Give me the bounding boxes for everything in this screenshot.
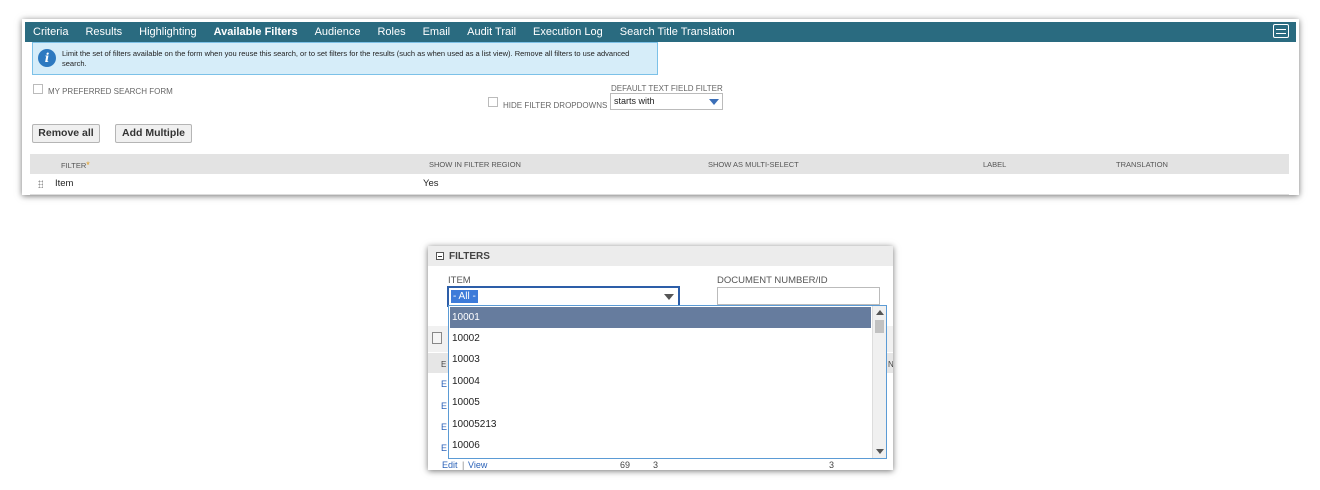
row-show-in-region-cell[interactable]: Yes	[423, 178, 439, 189]
preferred-form-label: MY PREFERRED SEARCH FORM	[48, 87, 173, 96]
result-value: 3	[829, 460, 835, 470]
filters-header[interactable]: FILTERS	[428, 246, 893, 266]
tab-email[interactable]: Email	[423, 26, 451, 38]
row-edit-link[interactable]: E	[441, 379, 447, 389]
doc-number-input[interactable]	[717, 287, 880, 305]
scroll-up-icon[interactable]	[876, 310, 884, 315]
results-col-e: E	[441, 360, 447, 369]
saved-search-panel: Criteria Results Highlighting Available …	[22, 19, 1299, 195]
preferred-form-checkbox[interactable]	[33, 84, 43, 94]
item-dropdown-list[interactable]: 10001 10002 10003 10004 10005 10005213 1…	[448, 305, 887, 459]
item-select[interactable]: - All -	[447, 286, 680, 307]
info-icon: i	[38, 49, 56, 67]
subtab-bar: Criteria Results Highlighting Available …	[25, 22, 1296, 42]
col-translation: TRANSLATION	[1116, 160, 1168, 169]
results-row	[428, 459, 893, 470]
dropdown-option[interactable]: 10005	[450, 392, 871, 413]
scroll-down-icon[interactable]	[876, 449, 884, 454]
hide-dropdowns-label: HIDE FILTER DROPDOWNS	[503, 101, 608, 110]
link-separator: |	[462, 460, 465, 470]
default-filter-select[interactable]: starts with	[610, 93, 723, 110]
edit-link[interactable]: Edit	[442, 460, 458, 470]
chevron-down-icon	[664, 294, 674, 300]
tab-audience[interactable]: Audience	[315, 26, 361, 38]
row-edit-link[interactable]: E	[441, 443, 447, 453]
info-text: Limit the set of filters available on th…	[62, 49, 630, 68]
row-divider	[30, 194, 1289, 195]
default-filter-label: DEFAULT TEXT FIELD FILTER	[611, 84, 723, 93]
doc-number-label: DOCUMENT NUMBER/ID	[717, 275, 828, 286]
tab-search-title-translation[interactable]: Search Title Translation	[620, 26, 735, 38]
hide-dropdowns-checkbox[interactable]	[488, 97, 498, 107]
default-filter-value: starts with	[614, 96, 655, 106]
tab-available-filters[interactable]: Available Filters	[214, 26, 298, 38]
tab-audit-trail[interactable]: Audit Trail	[467, 26, 516, 38]
result-value: 3	[653, 460, 659, 470]
dropdown-option[interactable]: 10001	[450, 307, 871, 328]
col-filter: FILTER*	[61, 160, 90, 170]
remove-all-button[interactable]: Remove all	[32, 124, 100, 143]
add-multiple-button[interactable]: Add Multiple	[115, 124, 192, 143]
col-show-in-region: SHOW IN FILTER REGION	[429, 160, 521, 169]
row-filter-cell[interactable]: Item	[55, 178, 73, 189]
col-multi-select: SHOW AS MULTI-SELECT	[708, 160, 799, 169]
dropdown-option[interactable]: 10005213	[450, 414, 871, 435]
item-select-value: - All -	[451, 290, 478, 303]
result-value: 69	[620, 460, 631, 470]
drag-handle-icon[interactable]	[38, 180, 43, 188]
filters-table-header: FILTER* SHOW IN FILTER REGION SHOW AS MU…	[30, 154, 1289, 174]
info-message: i Limit the set of filters available on …	[32, 42, 658, 75]
collapse-icon[interactable]	[436, 252, 444, 260]
tab-roles[interactable]: Roles	[377, 26, 405, 38]
tab-results[interactable]: Results	[85, 26, 122, 38]
dropdown-option[interactable]: 10003	[450, 349, 871, 370]
dropdown-option[interactable]: 10004	[450, 371, 871, 392]
col-label: LABEL	[983, 160, 1007, 169]
dropdown-scrollbar[interactable]	[872, 306, 886, 458]
filters-panel: FILTERS ITEM DOCUMENT NUMBER/ID - All - …	[428, 246, 893, 470]
scroll-thumb[interactable]	[875, 320, 884, 333]
row-edit-link[interactable]: E	[441, 401, 447, 411]
filters-title: FILTERS	[449, 251, 490, 262]
row-edit-link[interactable]: E	[441, 422, 447, 432]
results-col-n: N	[888, 360, 893, 369]
dropdown-option[interactable]: 10002	[450, 328, 871, 349]
export-icon[interactable]	[432, 332, 442, 344]
chevron-down-icon	[709, 99, 719, 105]
item-label: ITEM	[448, 275, 471, 286]
view-link[interactable]: View	[468, 460, 487, 470]
dropdown-option[interactable]: 10006	[450, 435, 871, 456]
tab-menu-icon[interactable]	[1273, 24, 1289, 38]
tab-criteria[interactable]: Criteria	[33, 26, 68, 38]
tab-execution-log[interactable]: Execution Log	[533, 26, 603, 38]
tab-highlighting[interactable]: Highlighting	[139, 26, 196, 38]
